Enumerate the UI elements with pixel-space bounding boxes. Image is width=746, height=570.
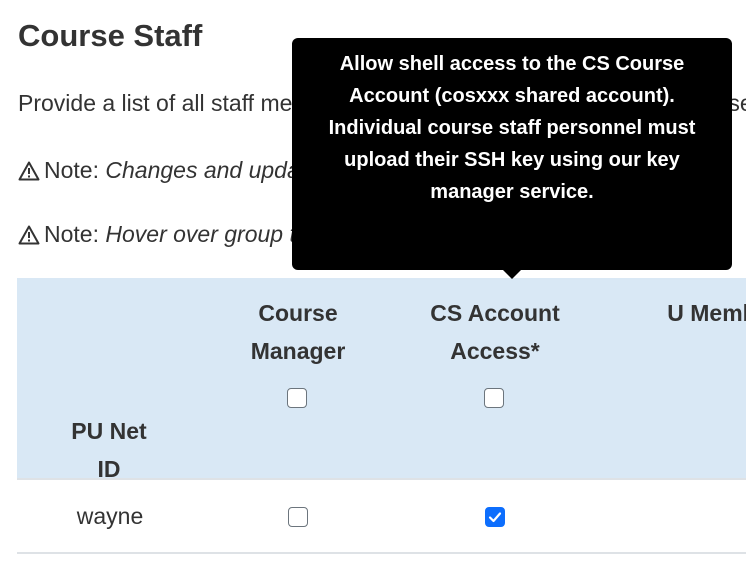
column-header-label: Course Manager	[250, 300, 346, 364]
note-label: Note:	[44, 157, 99, 183]
warning-triangle-icon	[18, 224, 40, 251]
column-header-label: CS Account Access*	[430, 300, 560, 364]
table-row: wayne	[17, 479, 746, 553]
note-label: Note:	[44, 221, 99, 247]
tooltip: Allow shell access to the CS Course Acco…	[292, 38, 732, 270]
column-header-netid: PU Net ID	[17, 278, 203, 482]
page-title: Course Staff	[18, 18, 203, 53]
column-header-unix-member[interactable]: U Memb	[597, 278, 746, 479]
course-manager-checkbox[interactable]	[288, 507, 308, 528]
unix-member-cell	[597, 479, 746, 553]
column-header-label: U Memb	[667, 300, 746, 326]
select-all-course-manager-checkbox[interactable]	[287, 388, 307, 408]
cs-account-cell	[393, 479, 597, 553]
column-header-label: PU Net ID	[71, 418, 147, 482]
table-header-row: PU Net ID Course Manager CS Account Acce…	[17, 278, 746, 482]
netid-cell: wayne	[76, 502, 144, 529]
column-header-cs-account-access[interactable]: CS Account Access*	[393, 278, 597, 479]
column-header-course-manager[interactable]: Course Manager	[203, 278, 393, 479]
staff-table: PU Net ID Course Manager CS Account Acce…	[17, 278, 746, 554]
tooltip-arrow	[502, 269, 522, 279]
select-all-cs-account-checkbox[interactable]	[484, 388, 504, 408]
course-manager-cell	[203, 479, 393, 553]
warning-triangle-icon	[18, 160, 40, 187]
cs-account-checkbox[interactable]	[485, 507, 505, 528]
checkmark-icon	[488, 512, 502, 523]
